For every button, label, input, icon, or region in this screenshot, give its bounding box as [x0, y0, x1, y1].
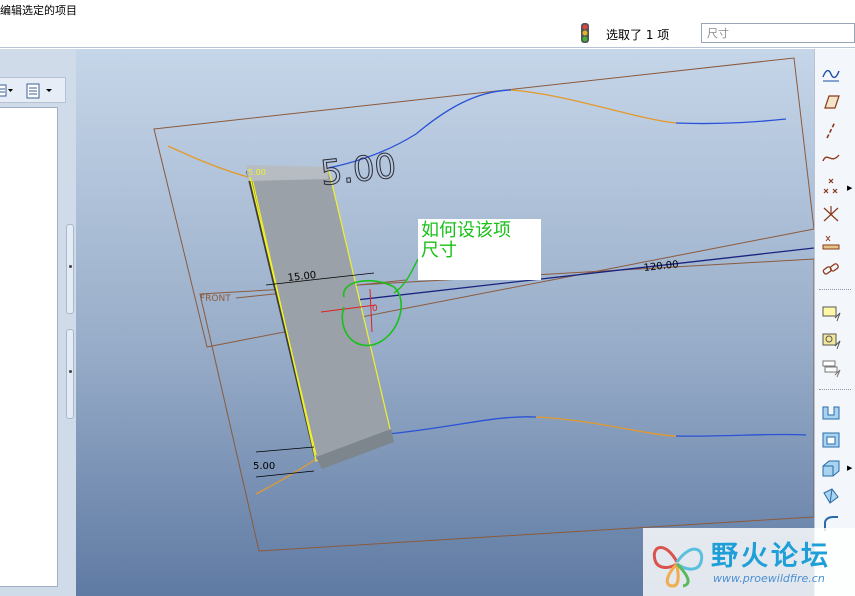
- sketch-curve-bottom-blue-2: [675, 433, 807, 437]
- layer-tool-icon-1: [822, 306, 841, 322]
- dimension-top-small[interactable]: 5.00: [248, 168, 266, 177]
- message-prompt: 编辑选定的项目: [0, 4, 77, 17]
- revolve-button[interactable]: [818, 455, 844, 481]
- datum-axis-button[interactable]: [818, 117, 844, 143]
- model-tree-toolbar: [0, 77, 66, 103]
- forum-watermark: 野火论坛 www.proewildfire.cn: [643, 528, 855, 596]
- panel-sash-bottom[interactable]: [66, 329, 74, 419]
- sketch-curve-top-orange-2: [510, 89, 677, 124]
- feature-toolbar: ▶ ▶: [814, 49, 855, 596]
- dimension-length[interactable]: 120.00: [643, 259, 679, 274]
- dimension-top-large[interactable]: 5.00: [318, 146, 398, 195]
- datum-curve-icon: [822, 154, 840, 162]
- shell-icon: [822, 432, 840, 448]
- annotation-callout: 如何设该项 尺寸: [418, 219, 541, 280]
- datum-axis-icon: [826, 121, 836, 139]
- layer-tool-icon-2: [822, 333, 841, 350]
- sketch-curve-top-blue-2: [675, 118, 787, 125]
- coordinate-system-icon: [823, 206, 839, 222]
- watermark-name: 野火论坛: [711, 541, 831, 572]
- top-bar: 编辑选定的项目 选取了 1 项: [0, 0, 855, 48]
- butterfly-logo-icon: [652, 546, 704, 588]
- sweep-button[interactable]: [818, 483, 844, 509]
- datum-point-button[interactable]: [818, 173, 844, 199]
- revolve-icon: [822, 460, 840, 477]
- revolve-flyout-arrow[interactable]: ▶: [847, 464, 852, 472]
- datum-label-front[interactable]: FRONT: [200, 294, 231, 304]
- sketch-curve-icon: [822, 69, 840, 82]
- callout-leader: [393, 258, 419, 294]
- watermark-url: www.proewildfire.cn: [713, 572, 825, 585]
- sketch-curve-button[interactable]: [818, 61, 844, 87]
- toolbar-separator-2: [819, 389, 851, 390]
- layer-tool-button-3[interactable]: [818, 355, 844, 381]
- selection-status: 选取了 1 项: [606, 28, 670, 42]
- analysis-button[interactable]: [818, 229, 844, 255]
- datum-point-flyout-arrow[interactable]: ▶: [847, 184, 852, 192]
- extrude-button[interactable]: [818, 399, 844, 425]
- toolbar-separator-1: [819, 289, 851, 290]
- panel-sash-top[interactable]: [66, 224, 74, 314]
- model-tree-panel: [0, 49, 76, 596]
- extrude-icon: [822, 406, 840, 420]
- model-canvas: 5.00 5.00 15.00 120.00 5.00 FRONT 0: [153, 57, 814, 552]
- shell-button[interactable]: [818, 427, 844, 453]
- sketch-curve-bottom-blue: [387, 416, 537, 435]
- dimension-bottom[interactable]: 5.00: [253, 461, 275, 472]
- datum-plane-top: [153, 57, 814, 348]
- callout-line-2: 尺寸: [421, 240, 457, 261]
- layer-tool-icon-3: [822, 360, 841, 378]
- tree-settings-icon[interactable]: [24, 82, 60, 100]
- datum-chain-button[interactable]: [818, 257, 844, 283]
- callout-line-1: 如何设该项: [421, 220, 511, 241]
- datum-plane-button[interactable]: [818, 89, 844, 115]
- traffic-light-icon: [581, 23, 589, 43]
- graphics-viewport[interactable]: 5.00 5.00 15.00 120.00 5.00 FRONT 0: [76, 49, 814, 596]
- sweep-icon: [823, 488, 839, 504]
- model-tree[interactable]: [0, 107, 58, 587]
- datum-plane-icon: [824, 95, 840, 109]
- dimension-center[interactable]: 0: [372, 304, 378, 314]
- datum-curve-button[interactable]: [818, 145, 844, 171]
- selection-filter-input[interactable]: [701, 23, 855, 43]
- sketch-curve-top-orange: [167, 145, 249, 178]
- layer-tool-button-1[interactable]: [818, 299, 844, 325]
- show-icon[interactable]: [0, 83, 18, 99]
- coordinate-system-button[interactable]: [818, 201, 844, 227]
- datum-point-icon: [823, 178, 838, 194]
- analysis-icon: [822, 235, 840, 250]
- layer-tool-button-2[interactable]: [818, 327, 844, 353]
- bottom-dim-line: [255, 446, 315, 453]
- datum-chain-icon: [822, 263, 839, 275]
- sketch-curve-bottom-orange: [535, 416, 677, 437]
